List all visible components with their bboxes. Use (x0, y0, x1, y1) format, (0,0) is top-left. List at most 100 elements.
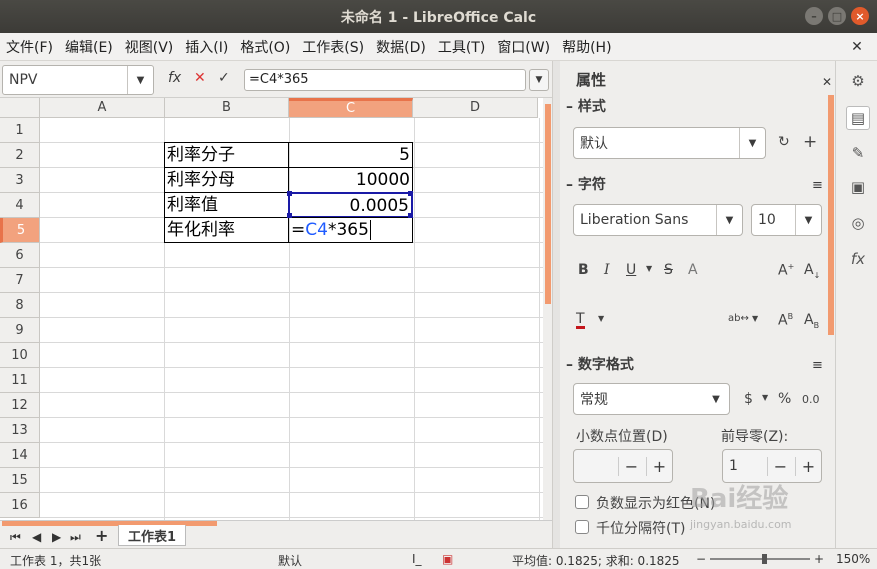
reference-handle[interactable] (408, 213, 413, 218)
functions-icon[interactable]: fx (846, 247, 870, 271)
expand-formula-icon[interactable]: ▼ (529, 69, 549, 91)
underline-icon[interactable]: U (626, 262, 636, 278)
increment-icon[interactable]: + (795, 457, 821, 476)
last-sheet-icon[interactable]: ⏭ (70, 530, 81, 545)
character-more-options-icon[interactable]: ≡ (812, 178, 823, 193)
sidebar-scrollbar[interactable] (828, 95, 834, 335)
chevron-down-icon[interactable]: ▼ (127, 66, 153, 94)
row-header[interactable]: 8 (0, 293, 40, 318)
maximize-icon[interactable]: □ (828, 7, 846, 25)
column-header-d[interactable]: D (413, 98, 538, 118)
styles-section-header[interactable]: – 样式 (566, 96, 606, 116)
menu-data[interactable]: 数据(D) (370, 37, 432, 57)
row-header[interactable]: 2 (0, 143, 40, 168)
scrollbar-thumb[interactable] (545, 104, 551, 304)
increase-font-icon[interactable]: A+ (778, 262, 794, 279)
zoom-slider[interactable] (710, 554, 810, 564)
number-category-select[interactable]: 常规 ▼ (573, 383, 730, 415)
currency-dropdown-icon[interactable]: ▼ (762, 393, 768, 402)
row-header[interactable]: 11 (0, 368, 40, 393)
decimal-places-stepper[interactable]: − + (573, 449, 673, 483)
chevron-down-icon[interactable]: ▼ (739, 128, 765, 158)
chevron-down-icon[interactable]: ▼ (716, 205, 742, 235)
increment-icon[interactable]: + (646, 457, 672, 476)
first-sheet-icon[interactable]: ⏮ (10, 530, 21, 545)
navigator-icon[interactable]: ◎ (846, 211, 870, 235)
add-sheet-icon[interactable]: + (95, 526, 108, 545)
thousands-separator-checkbox[interactable] (575, 520, 589, 534)
style-select[interactable]: 默认 ▼ (573, 127, 766, 159)
negative-red-checkbox[interactable] (575, 495, 589, 509)
minimize-icon[interactable]: – (805, 7, 823, 25)
properties-icon[interactable]: ▤ (846, 106, 870, 130)
superscript-icon[interactable]: AB (778, 312, 793, 329)
vertical-scrollbar[interactable] (543, 98, 552, 520)
decimal-icon[interactable]: 0.0 (802, 393, 820, 406)
select-all-corner[interactable] (0, 98, 40, 118)
row-header[interactable]: 10 (0, 343, 40, 368)
menu-insert[interactable]: 插入(I) (179, 37, 234, 57)
cell-c3[interactable]: 10000 (288, 167, 413, 193)
new-style-icon[interactable]: + (803, 132, 817, 152)
row-header[interactable]: 4 (0, 193, 40, 218)
cell-b2[interactable]: 利率分子 (164, 142, 289, 168)
menu-file[interactable]: 文件(F) (0, 37, 59, 57)
subscript-icon[interactable]: AB (804, 312, 819, 330)
row-header[interactable]: 12 (0, 393, 40, 418)
row-header[interactable]: 13 (0, 418, 40, 443)
reference-handle[interactable] (408, 191, 413, 196)
decrement-icon[interactable]: − (767, 457, 793, 476)
formula-input[interactable]: =C4*365 (244, 69, 526, 91)
menu-sheet[interactable]: 工作表(S) (296, 37, 370, 57)
spreadsheet-grid[interactable]: A B C D 1 2 3 4 5 6 7 8 9 10 11 12 13 14… (0, 98, 552, 520)
row-header-selected[interactable]: 5 (0, 218, 40, 243)
menu-window[interactable]: 窗口(W) (491, 37, 556, 57)
close-document-icon[interactable]: ✕ (837, 33, 877, 61)
row-header[interactable]: 7 (0, 268, 40, 293)
prev-sheet-icon[interactable]: ◀ (32, 530, 41, 544)
zoom-out-icon[interactable]: − (696, 552, 706, 566)
reference-handle[interactable] (287, 213, 292, 218)
zoom-slider-thumb[interactable] (762, 554, 767, 564)
font-color-icon[interactable]: T (576, 312, 585, 329)
page-style[interactable]: 默认 (278, 552, 302, 569)
styles-icon[interactable]: ✎ (846, 141, 870, 165)
sidebar-splitter[interactable] (552, 61, 560, 548)
gallery-icon[interactable]: ▣ (846, 175, 870, 199)
menu-view[interactable]: 视图(V) (119, 37, 180, 57)
row-header[interactable]: 6 (0, 243, 40, 268)
menu-tools[interactable]: 工具(T) (432, 37, 491, 57)
italic-icon[interactable]: I (604, 262, 610, 278)
sheet-tab-active[interactable]: 工作表1 (118, 525, 186, 546)
next-sheet-icon[interactable]: ▶ (52, 530, 61, 544)
font-name-select[interactable]: Liberation Sans ▼ (573, 204, 743, 236)
update-style-icon[interactable]: ↻ (778, 134, 790, 150)
underline-dropdown-icon[interactable]: ▼ (646, 264, 652, 273)
cell-b3[interactable]: 利率分母 (164, 167, 289, 193)
cancel-icon[interactable]: ✕ (194, 70, 206, 86)
bold-icon[interactable]: B (578, 262, 589, 278)
chevron-down-icon[interactable]: ▼ (795, 205, 821, 235)
properties-settings-icon[interactable]: ⚙ (846, 69, 870, 93)
cell-b4[interactable]: 利率值 (164, 192, 289, 218)
percent-icon[interactable]: % (778, 391, 791, 407)
decrement-icon[interactable]: − (618, 457, 644, 476)
close-icon[interactable]: × (851, 7, 869, 25)
row-header[interactable]: 16 (0, 493, 40, 518)
currency-icon[interactable]: $ (744, 391, 753, 407)
menu-help[interactable]: 帮助(H) (556, 37, 617, 57)
row-header[interactable]: 9 (0, 318, 40, 343)
column-header-a[interactable]: A (40, 98, 165, 118)
character-spacing-icon[interactable]: ab↔ (728, 313, 749, 324)
accept-icon[interactable]: ✓ (218, 70, 230, 86)
spacing-dropdown-icon[interactable]: ▼ (752, 314, 758, 323)
shadow-icon[interactable]: A (688, 262, 698, 278)
cell-c2[interactable]: 5 (288, 142, 413, 168)
decrease-font-icon[interactable]: A↓ (804, 262, 820, 280)
row-header[interactable]: 3 (0, 168, 40, 193)
number-format-more-options-icon[interactable]: ≡ (812, 358, 823, 373)
name-box[interactable]: NPV ▼ (2, 65, 154, 95)
zoom-in-icon[interactable]: + (814, 552, 824, 566)
menu-edit[interactable]: 编辑(E) (59, 37, 119, 57)
row-header[interactable]: 1 (0, 118, 40, 143)
